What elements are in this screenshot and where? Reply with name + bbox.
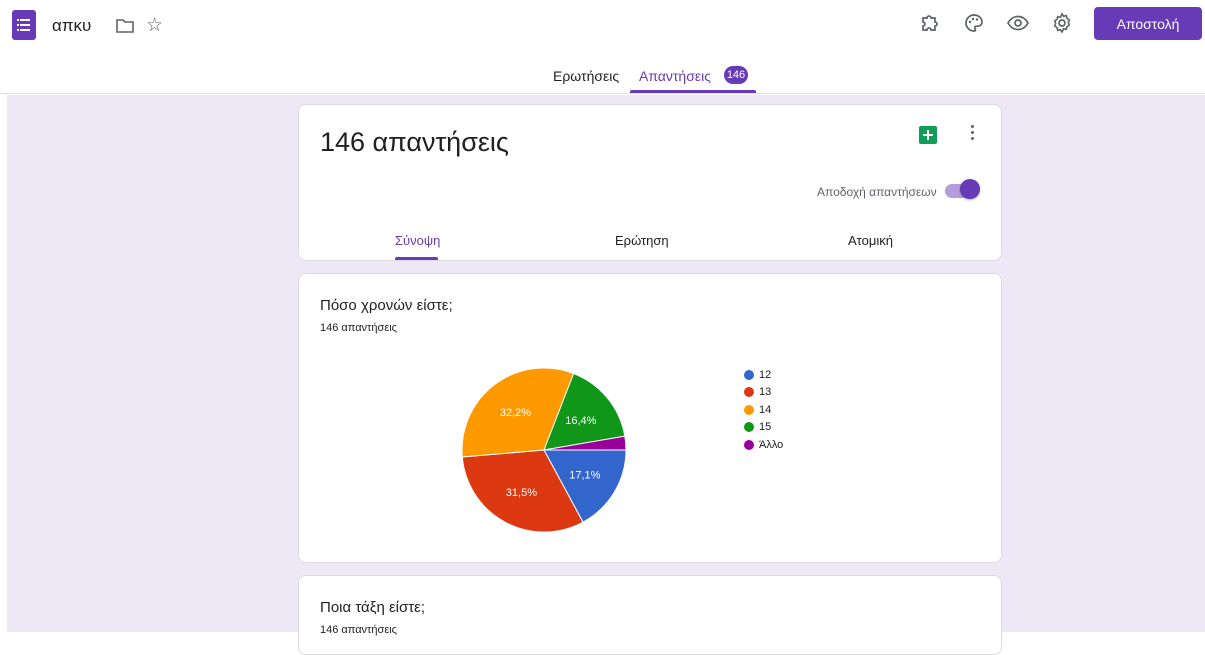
pie-data-label: 32,2% [500,407,531,419]
responses-count-badge: 146 [724,66,748,84]
summary-tab-indicator [395,257,438,260]
form-nav-tabs: Ερωτήσεις Απαντήσεις 146 [0,58,1205,94]
legend-item: 15 [744,419,783,437]
question-card-class: Ποια τάξη είστε; 146 απαντήσεις [298,575,1002,655]
question-response-count: 146 απαντήσεις [320,624,397,636]
tab-questions[interactable]: Ερωτήσεις [553,68,619,84]
preview-eye-icon[interactable] [1006,11,1030,35]
legend-item: Άλλο [744,436,783,454]
legend-item: 13 [744,384,783,402]
pie-data-label: 31,5% [506,487,537,499]
legend-color-dot [744,404,754,415]
content-area: 146 απαντήσεις Αποδοχή απαντήσεων Σύνοψη… [7,95,1205,655]
responses-summary-card: 146 απαντήσεις Αποδοχή απαντήσεων Σύνοψη… [298,104,1002,261]
accept-responses-label: Αποδοχή απαντήσεων [817,185,937,199]
age-pie-chart: 17,1% 31,5% 32,2% 16,4% [461,367,627,533]
legend-label: 13 [759,386,772,399]
legend-color-dot [744,369,754,380]
legend-label: 12 [759,368,772,381]
toggle-thumb[interactable] [960,179,980,199]
legend-color-dot [744,439,754,450]
legend-label: 14 [759,403,772,416]
question-response-count: 146 απαντήσεις [320,322,397,334]
settings-gear-icon[interactable] [1050,11,1074,35]
forms-app-icon[interactable] [12,10,36,40]
star-icon[interactable]: ☆ [146,16,163,36]
sheets-link-icon[interactable] [919,126,937,144]
legend-item: 12 [744,366,783,384]
folder-icon[interactable] [116,19,134,33]
legend-color-dot [744,422,754,433]
more-options-icon[interactable] [971,125,975,143]
document-title[interactable]: απκυ [52,16,91,36]
question-title: Πόσο χρονών είστε; [320,297,453,314]
tab-responses[interactable]: Απαντήσεις [639,68,711,84]
top-bar: απκυ ☆ Αποστολή [0,0,1205,58]
palette-icon[interactable] [962,11,986,35]
tab-summary[interactable]: Σύνοψη [395,233,440,248]
active-tab-indicator [630,90,756,93]
legend-item: 14 [744,401,783,419]
addon-puzzle-icon[interactable] [918,11,942,35]
question-title: Ποια τάξη είστε; [320,599,426,616]
pie-data-label: 17,1% [569,469,600,481]
legend-label: Άλλο [759,438,784,451]
tab-question[interactable]: Ερώτηση [615,233,669,248]
legend-color-dot [744,387,754,398]
send-button[interactable]: Αποστολή [1094,7,1202,40]
pie-data-label: 16,4% [565,415,596,427]
question-card-age: Πόσο χρονών είστε; 146 απαντήσεις 17,1% 3… [298,273,1002,563]
pie-legend: 12 13 14 15 Άλλο [744,366,783,454]
responses-count-title: 146 απαντήσεις [320,127,509,157]
tab-individual[interactable]: Ατομική [848,233,893,248]
legend-label: 15 [759,421,772,434]
